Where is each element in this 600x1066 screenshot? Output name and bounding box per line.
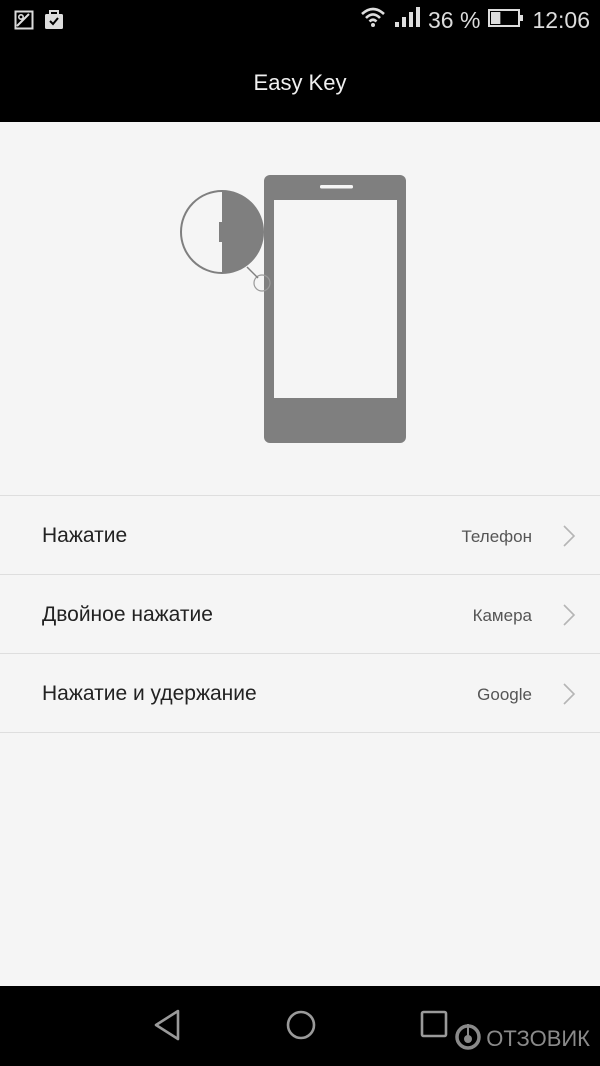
battery-icon	[488, 7, 524, 34]
watermark-text: ОТЗОВИК	[486, 1026, 590, 1051]
setting-row-press-and-hold[interactable]: Нажатие и удержание Google	[0, 653, 600, 733]
recents-icon[interactable]	[419, 1008, 449, 1047]
image-icon	[14, 10, 34, 35]
wifi-icon	[360, 6, 386, 34]
setting-row-press[interactable]: Нажатие Телефон	[0, 495, 600, 574]
navigation-bar: ОТЗОВИК	[0, 986, 600, 1066]
setting-value: Камера	[472, 606, 532, 625]
easy-key-settings-list: Нажатие Телефон Двойное нажатие Камера Н…	[0, 495, 600, 733]
title-bar: Easy Key	[0, 44, 600, 122]
signal-icon	[394, 6, 420, 34]
setting-value: Телефон	[461, 527, 532, 546]
clipboard-check-icon	[44, 10, 64, 35]
setting-value: Google	[477, 685, 532, 704]
chevron-right-icon	[562, 524, 576, 553]
back-icon[interactable]	[152, 1008, 182, 1047]
setting-label: Нажатие	[42, 524, 128, 547]
battery-percent: 36 %	[428, 6, 481, 33]
chevron-right-icon	[562, 603, 576, 632]
chevron-right-icon	[562, 682, 576, 711]
setting-label: Двойное нажатие	[42, 603, 213, 626]
easy-key-illustration	[0, 122, 600, 496]
home-icon[interactable]	[285, 1008, 317, 1047]
page-title: Easy Key	[253, 70, 347, 95]
setting-label: Нажатие и удержание	[42, 682, 257, 705]
setting-row-double-press[interactable]: Двойное нажатие Камера	[0, 574, 600, 653]
watermark-logo-icon	[454, 1022, 482, 1056]
status-bar: 36 % 12:06	[0, 0, 600, 44]
magnifier-icon	[180, 190, 271, 292]
phone-icon	[264, 175, 406, 443]
clock: 12:06	[532, 6, 590, 33]
watermark: ОТЗОВИК	[454, 1022, 590, 1056]
